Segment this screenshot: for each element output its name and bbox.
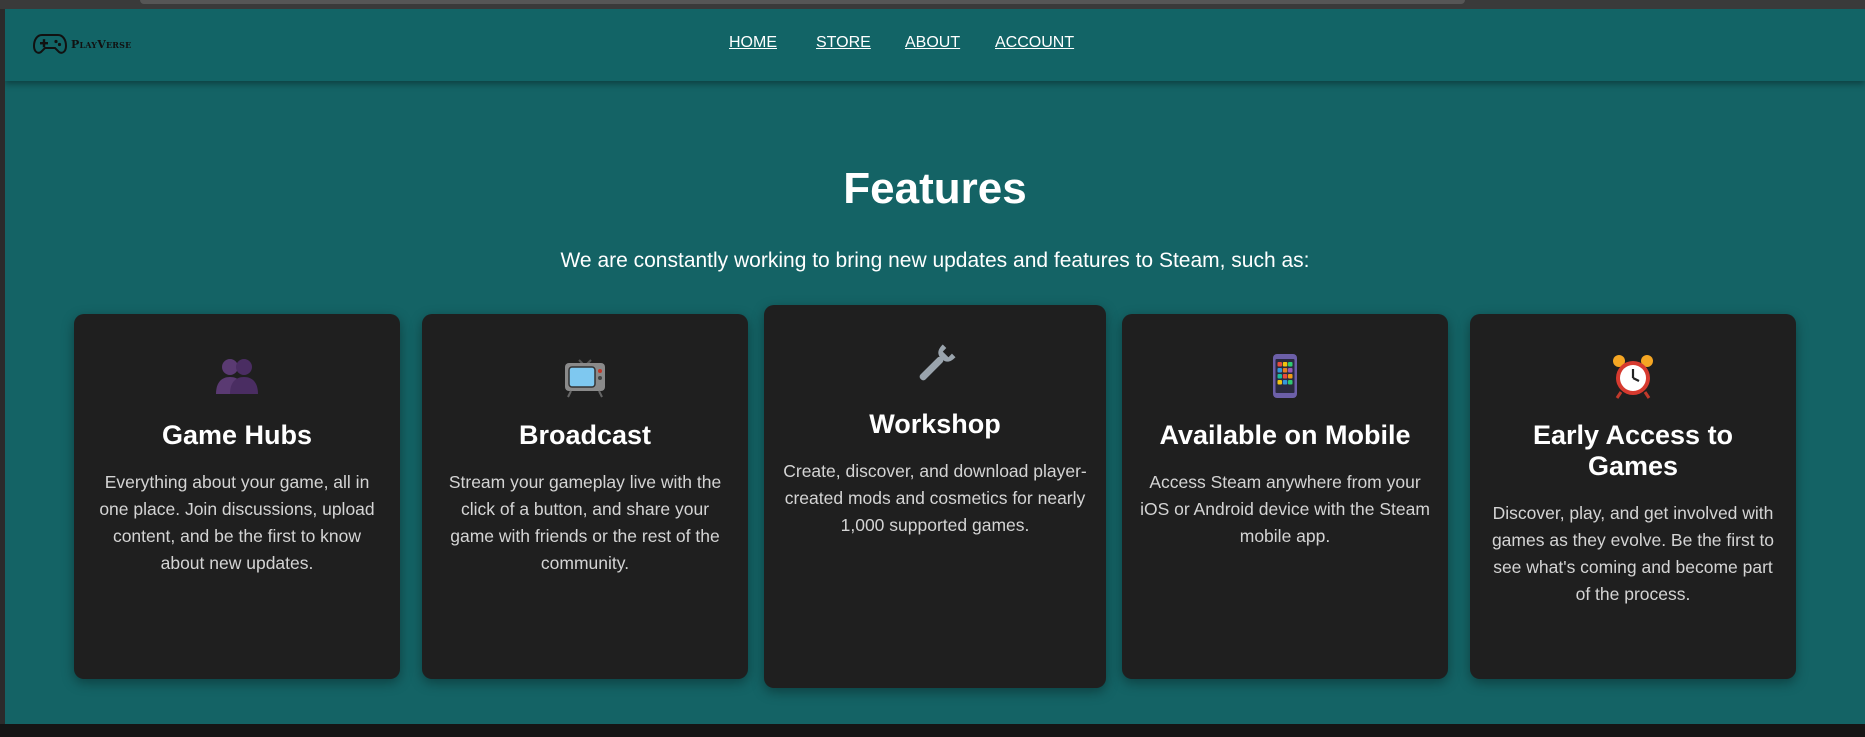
feature-description: Stream your gameplay live with the click… (448, 472, 722, 573)
feature-card-game-hubs[interactable]: Game Hubs Everything about your game, al… (74, 314, 400, 679)
browser-tab-edge (140, 0, 1465, 4)
feature-title: Early Access to Games (1532, 420, 1734, 481)
feature-title: Workshop (869, 409, 1001, 439)
television-icon (565, 359, 605, 398)
two-people-silhouette-icon (216, 359, 258, 394)
features-subtitle: We are constantly working to bring new u… (560, 249, 1310, 272)
mobile-phone-icon (1273, 354, 1297, 398)
wrench-icon (919, 344, 956, 381)
nav-about-link[interactable]: ABOUT (905, 34, 960, 52)
main-nav: HOME STORE ABOUT ACCOUNT (5, 34, 1865, 58)
feature-title: Broadcast (518, 420, 652, 450)
feature-card-early-access[interactable]: Early Access to Games Discover, play, an… (1470, 314, 1796, 679)
page: PlayVerse HOME STORE ABOUT ACCOUNT Featu… (5, 9, 1865, 724)
browser-top-strip (0, 0, 1865, 9)
nav-home-link[interactable]: HOME (729, 34, 777, 52)
feature-description: Access Steam anywhere from your iOS or A… (1140, 472, 1430, 546)
feature-card-mobile[interactable]: Available on Mobile Access Steam anywher… (1122, 314, 1448, 679)
nav-account-link[interactable]: ACCOUNT (995, 34, 1074, 52)
nav-store-link[interactable]: STORE (816, 34, 871, 52)
navbar: PlayVerse HOME STORE ABOUT ACCOUNT (5, 9, 1865, 81)
features-title: Features (843, 164, 1027, 213)
feature-title: Game Hubs (161, 420, 313, 450)
feature-card-workshop[interactable]: Workshop Create, discover, and download … (764, 305, 1106, 688)
feature-card-broadcast[interactable]: Broadcast Stream your gameplay live with… (422, 314, 748, 679)
alarm-clock-icon (1613, 355, 1653, 399)
footer-strip (0, 724, 1865, 737)
feature-title: Available on Mobile (1159, 420, 1411, 450)
feature-description: Everything about your game, all in one p… (99, 472, 375, 573)
feature-description: Discover, play, and get involved with ga… (1491, 503, 1775, 604)
feature-description: Create, discover, and download player-cr… (783, 461, 1087, 535)
